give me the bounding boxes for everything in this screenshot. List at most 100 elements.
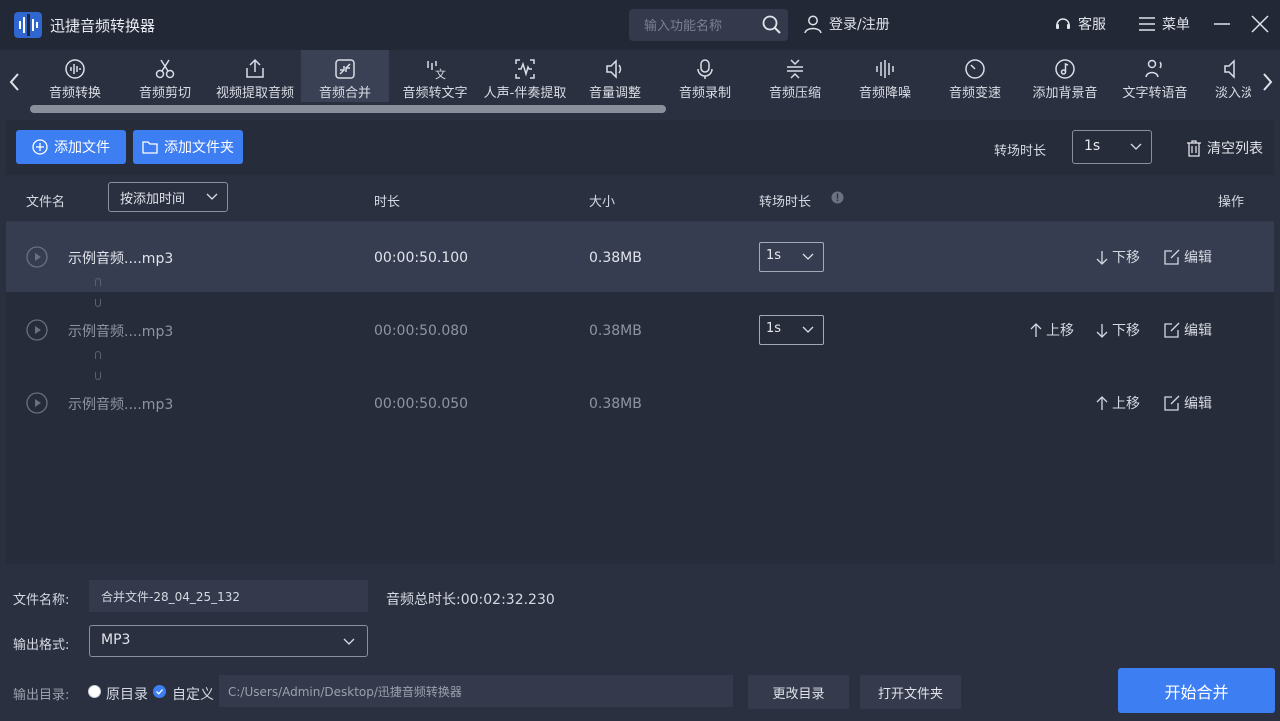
move-down-button[interactable]: 下移	[1096, 320, 1140, 340]
add-folder-button[interactable]: 添加文件夹	[133, 130, 243, 164]
play-icon[interactable]	[26, 246, 48, 268]
volume-icon	[606, 59, 622, 79]
chevron-down-icon	[1130, 143, 1142, 150]
chevron-left-icon[interactable]	[6, 70, 24, 94]
check-icon	[156, 689, 163, 695]
search-input[interactable]	[629, 9, 766, 43]
tool-audio-denoise[interactable]: 音频降噪	[841, 50, 929, 102]
tool-audio-cut[interactable]: 音频剪切	[121, 50, 209, 102]
start-merge-button[interactable]: 开始合并	[1118, 668, 1275, 713]
transition-label: 转场时长	[994, 144, 1047, 159]
table-row[interactable]: 示例音频....mp3 00:00:50.080 0.38MB 1s 上移 下移…	[6, 295, 1274, 365]
tool-label: 音频变速	[948, 86, 1001, 101]
search-icon[interactable]	[762, 15, 782, 35]
move-down-label: 下移	[1112, 250, 1140, 266]
chevron-down-icon	[802, 326, 814, 333]
menu-button[interactable]: 菜单	[1138, 14, 1190, 34]
file-size: 0.38MB	[589, 396, 642, 412]
tool-vocal-extract[interactable]: 人声-伴奏提取	[481, 50, 569, 102]
search-box[interactable]	[629, 9, 788, 43]
move-down-button[interactable]: 下移	[1096, 247, 1140, 267]
radio-original-dir[interactable]	[88, 685, 101, 698]
header-filename: 文件名	[26, 195, 66, 210]
transition-select[interactable]: 1s	[759, 242, 824, 272]
edit-button[interactable]: 编辑	[1164, 320, 1212, 340]
app-logo-icon	[14, 12, 42, 38]
tool-label: 人声-伴奏提取	[483, 86, 567, 101]
edit-label: 编辑	[1184, 396, 1212, 412]
svg-text:文: 文	[435, 67, 446, 80]
file-name: 示例音频....mp3	[68, 397, 174, 413]
move-up-label: 上移	[1046, 323, 1074, 339]
transition-value: 1s	[766, 248, 782, 263]
radio-custom-dir[interactable]	[153, 685, 166, 698]
tool-audio-convert[interactable]: 音频转换	[31, 50, 119, 102]
music-note-icon	[1055, 59, 1075, 79]
merge-icon	[335, 59, 355, 79]
info-icon[interactable]	[831, 191, 844, 204]
edit-button[interactable]: 编辑	[1164, 247, 1212, 267]
edit-icon	[1164, 322, 1180, 338]
file-name: 示例音频....mp3	[68, 251, 174, 267]
tool-label: 添加背景音	[1032, 86, 1098, 101]
tool-audio-speed[interactable]: 音频变速	[931, 50, 1019, 102]
minimize-icon[interactable]	[1212, 14, 1232, 34]
tool-label: 音频转文字	[402, 86, 468, 101]
edit-button[interactable]: 编辑	[1164, 393, 1212, 413]
compress-icon	[787, 59, 803, 79]
tool-label: 音频降噪	[858, 86, 911, 101]
chevron-right-icon[interactable]	[1258, 70, 1276, 94]
toolbar-scrollbar[interactable]	[30, 105, 666, 113]
chevron-down-icon	[206, 193, 218, 200]
file-name: 示例音频....mp3	[68, 324, 174, 340]
output-filename-input[interactable]	[89, 580, 368, 612]
radio-original-label: 原目录	[106, 687, 148, 703]
microphone-icon	[697, 59, 713, 79]
hamburger-icon	[1139, 17, 1155, 31]
tool-audio-merge[interactable]: 音频合并	[301, 50, 389, 102]
clear-list-button[interactable]: 清空列表	[1186, 138, 1263, 158]
move-up-button[interactable]: 上移	[1096, 393, 1140, 413]
output-path-input[interactable]	[219, 675, 733, 707]
play-icon[interactable]	[26, 319, 48, 341]
table-row[interactable]: 示例音频....mp3 00:00:50.050 0.38MB 上移 编辑	[6, 368, 1274, 438]
file-size: 0.38MB	[589, 250, 642, 266]
scissors-icon	[155, 59, 175, 79]
add-file-button[interactable]: 添加文件	[16, 130, 126, 164]
output-dir-label: 输出目录:	[13, 688, 70, 703]
fade-icon	[1224, 59, 1235, 79]
open-folder-button[interactable]: 打开文件夹	[860, 675, 961, 709]
tool-audio-record[interactable]: 音频录制	[661, 50, 749, 102]
sort-select[interactable]: 按添加时间	[108, 182, 228, 212]
customer-service-button[interactable]: 客服	[1054, 14, 1106, 34]
tool-text-to-speech[interactable]: 文字转语音	[1111, 50, 1199, 102]
tool-volume-adjust[interactable]: 音量调整	[571, 50, 659, 102]
link-icon	[95, 351, 101, 359]
table-row[interactable]: 示例音频....mp3 00:00:50.100 0.38MB 1s 下移 编辑	[6, 222, 1274, 292]
tool-video-extract[interactable]: 视频提取音频	[211, 50, 299, 102]
change-dir-button[interactable]: 更改目录	[748, 675, 849, 709]
tool-label: 音频合并	[318, 86, 371, 101]
format-value: MP3	[101, 632, 131, 648]
header-size: 大小	[589, 195, 616, 210]
export-icon	[246, 58, 264, 78]
trash-icon	[1187, 139, 1201, 157]
move-up-button[interactable]: 上移	[1030, 320, 1074, 340]
tool-add-bgm[interactable]: 添加背景音	[1021, 50, 1109, 102]
tool-label: 视频提取音频	[215, 86, 294, 101]
output-format-select[interactable]: MP3	[89, 625, 368, 657]
total-duration-value: 00:02:32.230	[460, 592, 555, 608]
waveform-circle-icon	[65, 59, 85, 79]
headset-icon	[1056, 18, 1070, 29]
tool-fade[interactable]: 淡入淡	[1201, 50, 1251, 102]
edit-label: 编辑	[1184, 323, 1212, 339]
clear-list-label: 清空列表	[1207, 141, 1263, 157]
global-transition-select[interactable]: 1s	[1072, 130, 1152, 164]
tool-audio-to-text[interactable]: 文 音频转文字	[391, 50, 479, 102]
login-button[interactable]: 登录/注册	[803, 14, 890, 34]
tool-audio-compress[interactable]: 音频压缩	[751, 50, 839, 102]
play-icon[interactable]	[26, 392, 48, 414]
file-size: 0.38MB	[589, 323, 642, 339]
close-icon[interactable]	[1250, 14, 1270, 34]
transition-select[interactable]: 1s	[759, 315, 824, 345]
